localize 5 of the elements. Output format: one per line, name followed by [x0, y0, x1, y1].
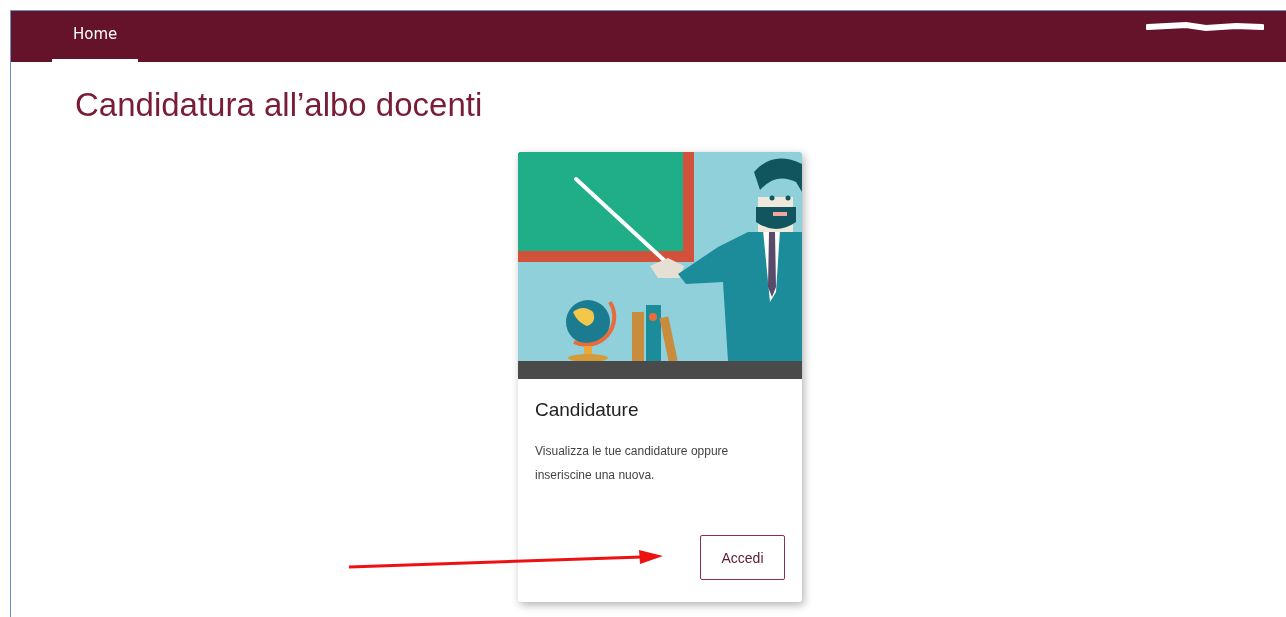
page-title: Candidatura all’albo docenti [75, 86, 484, 124]
nav-tab[interactable]: Home [52, 11, 139, 62]
card-description: Visualizza le tue candidature oppure inseriscine una nuova. [535, 443, 730, 484]
card-title: Candidature [535, 399, 640, 421]
access-button[interactable]: Accedi [700, 535, 785, 580]
